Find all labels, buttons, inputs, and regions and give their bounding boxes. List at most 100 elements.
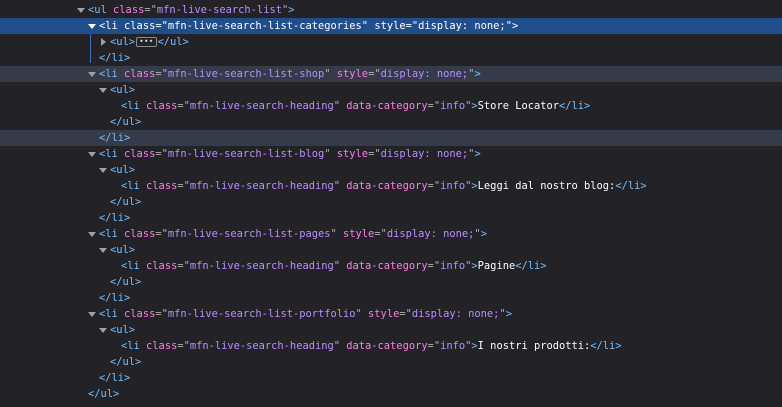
tag-name: li [105,308,118,320]
attribute-equals: =" [177,260,190,272]
tag-bracket: > [640,180,647,192]
tag-bracket: </ [559,100,572,112]
markup-node-row[interactable]: <li class="mfn-live-search-heading" data… [0,338,782,354]
tag-name: li [111,132,125,144]
markup-node-row[interactable]: </li> [0,290,782,306]
markup-node-row[interactable]: </li> [0,370,782,386]
attribute-value: info [440,260,466,272]
expand-ellipsis-button[interactable]: ••• [136,37,157,47]
tag-name: ul [170,36,183,48]
tag-name: li [111,52,125,64]
expand-arrow-icon[interactable] [87,306,97,322]
markup-node-row[interactable]: <ul> [0,242,782,258]
markup-node-row[interactable]: <ul> ••• </ul> [0,34,782,50]
attribute-equals: =" [427,100,441,112]
markup-node-row[interactable]: </ul> [0,194,782,210]
attribute-equals: =" [427,340,441,352]
attribute-value: mfn-live-search-heading [189,180,334,192]
node-markup: </ul> [110,114,141,130]
attribute-value: mfn-live-search-list-shop [167,68,325,80]
tag-bracket: > [128,36,136,48]
tag-name: li [602,340,616,352]
node-markup: </ul> [110,354,141,370]
attribute-value: mfn-live-search-heading [189,260,334,272]
tag-bracket: </ [515,260,528,272]
attribute-value: display: none; [411,308,500,320]
markup-node-row[interactable]: </ul> [0,274,782,290]
markup-tree: <ul class="mfn-live-search-list"> <li cla… [0,0,782,407]
expand-arrow-icon[interactable] [98,82,108,98]
markup-node-row[interactable]: <li class="mfn-live-search-list-shop" st… [0,66,782,82]
expand-arrow-icon[interactable] [87,226,97,242]
attribute-value: info [440,340,466,352]
tag-name: ul [116,244,129,256]
tag-name: li [127,100,140,112]
markup-node-row[interactable]: <li class="mfn-live-search-list-portfoli… [0,306,782,322]
node-markup: </li> [99,370,130,386]
markup-node-row[interactable]: </ul> [0,386,782,402]
markup-node-row[interactable]: </li> [0,210,782,226]
tag-bracket: > [584,100,591,112]
collapse-arrow-icon[interactable] [98,34,108,50]
expand-arrow-icon[interactable] [87,66,97,82]
attribute-name: style [368,308,400,320]
attribute-value: display: none; [386,228,475,240]
markup-node-row[interactable]: <ul class="mfn-live-search-list"> [0,2,782,18]
attribute-name: data-category [346,260,428,272]
node-markup: <li class="mfn-live-search-list-shop" st… [99,66,481,82]
markup-node-row[interactable]: </ul> [0,354,782,370]
markup-node-row[interactable]: <li class="mfn-live-search-heading" data… [0,258,782,274]
markup-node-row[interactable]: </li> [0,50,782,66]
attribute-value: info [440,180,466,192]
markup-node-row[interactable]: </li> [0,130,782,146]
attribute-equals: =" [155,308,168,320]
tag-bracket: </ [615,180,628,192]
tag-bracket: </ [157,36,171,48]
tag-bracket: > [288,4,295,16]
markup-node-row[interactable]: <li class="mfn-live-search-list-pages" s… [0,226,782,242]
expand-arrow-icon[interactable] [98,162,108,178]
tag-bracket: > [124,52,131,64]
markup-node-row[interactable]: <li class="mfn-live-search-heading" data… [0,178,782,194]
attribute-name: style [343,228,375,240]
markup-node-row[interactable]: </ul> [0,114,782,130]
tag-bracket: > [505,308,512,320]
markup-node-row[interactable]: <li class="mfn-live-search-heading" data… [0,98,782,114]
tag-bracket: > [128,244,136,256]
expand-arrow-icon[interactable] [87,18,97,34]
tag-name: ul [122,276,136,288]
tag-name: li [105,20,118,32]
expand-arrow-icon[interactable] [98,322,108,338]
attribute-name: data-category [346,100,428,112]
markup-node-row[interactable]: <ul> [0,162,782,178]
tag-name: li [127,260,140,272]
attribute-name: style [336,148,369,160]
node-markup: <li class="mfn-live-search-heading" data… [121,338,622,354]
attribute-equals: =" [155,228,168,240]
attribute-name: class [146,260,178,272]
node-markup: <li class="mfn-live-search-heading" data… [121,178,647,194]
attribute-value: mfn-live-search-heading [189,100,334,112]
attribute-value: mfn-live-search-list-portfolio [167,308,356,320]
tag-bracket: </ [110,356,123,368]
attribute-name: style [374,20,406,32]
node-markup: </ul> [110,194,141,210]
markup-node-row[interactable]: <li class="mfn-live-search-list-categori… [0,18,782,34]
expand-arrow-icon[interactable] [87,146,97,162]
attribute-name: class [124,20,156,32]
markup-node-row[interactable]: <li class="mfn-live-search-list-blog" st… [0,146,782,162]
expand-arrow-icon[interactable] [76,2,86,18]
tag-bracket: </ [99,212,112,224]
node-markup: </li> [99,290,130,306]
tag-name: li [111,212,125,224]
expand-arrow-icon[interactable] [98,242,108,258]
text-node: I nostri prodotti: [477,340,591,352]
tag-name: ul [116,36,129,48]
markup-node-row[interactable]: <ul> [0,82,782,98]
attribute-name: class [124,228,156,240]
attribute-value: display: none; [380,148,469,160]
tag-name: li [127,340,140,352]
attribute-value: mfn-live-search-list-blog [167,148,325,160]
tag-bracket: > [128,84,136,96]
markup-node-row[interactable]: <ul> [0,322,782,338]
